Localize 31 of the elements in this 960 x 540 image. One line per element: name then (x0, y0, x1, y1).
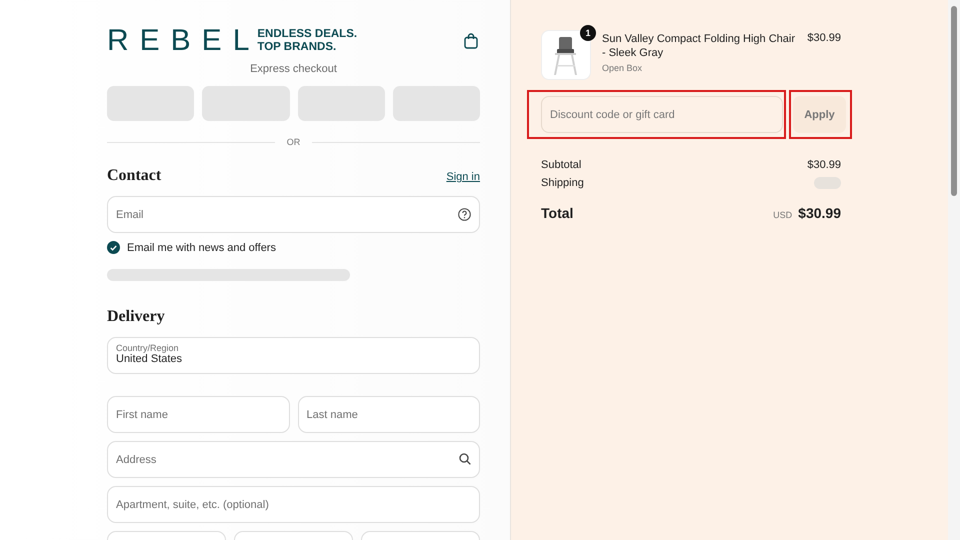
help-icon[interactable] (458, 208, 471, 221)
country-select[interactable]: Country/Region United States (107, 337, 480, 374)
input-field[interactable]: Apartment, suite, etc. (optional) (107, 486, 480, 523)
tagline: TOP BRANDS. (257, 41, 338, 54)
input-field[interactable]: Email (107, 196, 480, 233)
sign-in-link[interactable]: Sign in (446, 171, 480, 183)
divider-label: OR (286, 137, 300, 147)
input-field[interactable]: First name (107, 396, 290, 433)
express-checkout-label: Express checkout (249, 63, 338, 75)
product-price: $30.99 (807, 31, 841, 44)
quantity-badge: 1 (580, 25, 596, 41)
checkbox-label[interactable]: Email me with news and offers (127, 242, 276, 254)
subtotal-label: Subtotal (541, 159, 582, 171)
tagline: ENDLESS DEALS. (257, 28, 358, 41)
apply-button[interactable]: Apply (793, 96, 846, 133)
subtotal-value: $30.99 (807, 159, 841, 171)
checkbox[interactable] (107, 241, 120, 254)
total-value: $30.99 (798, 205, 841, 221)
shipping-label: Shipping (541, 177, 584, 189)
currency-code: USD (773, 210, 792, 220)
product-name: Sun Valley Compact Folding High Chair - Sleek Gray (602, 33, 795, 59)
checkmark-icon (110, 244, 117, 250)
input-field[interactable]: Last name (298, 396, 480, 433)
section-heading: Contact (107, 167, 162, 185)
discount-field[interactable]: Discount code or gift card (541, 96, 783, 133)
shopping-bag-icon[interactable] (464, 33, 478, 49)
section-heading: Delivery (107, 308, 165, 326)
input-field[interactable]: Address (107, 441, 480, 478)
total-label: Total (541, 205, 574, 221)
search-icon (459, 453, 471, 465)
product-variant: Open Box (602, 62, 644, 75)
